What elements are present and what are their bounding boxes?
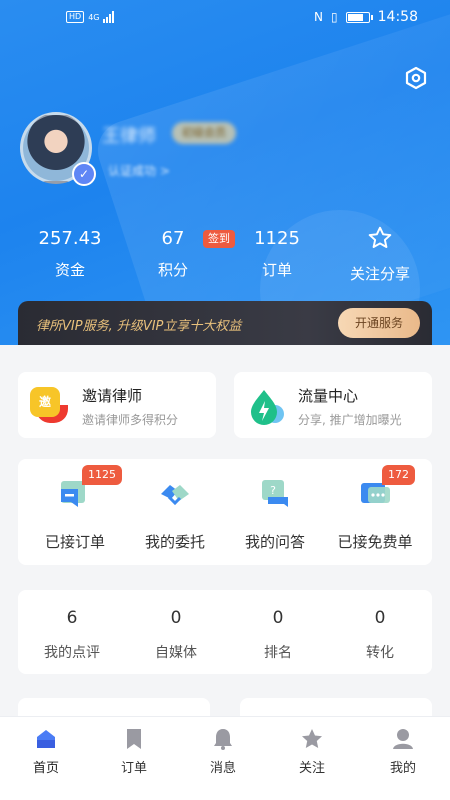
profile-header: HD 4G N ▯ 14:58 ✓ 王律师 初级会员 认证成功 > 257.43… — [0, 0, 450, 345]
home-icon — [34, 727, 58, 751]
handshake-icon — [158, 477, 192, 511]
tab-label: 订单 — [120, 761, 147, 776]
free-order-chat-icon: 172 — [358, 465, 415, 511]
status-bar: HD 4G N ▯ 14:58 — [0, 0, 450, 36]
tab-mine[interactable]: 我的 — [363, 727, 443, 776]
metric-reviews[interactable]: 6 我的点评 — [22, 608, 122, 662]
metric-value: 0 — [170, 608, 182, 628]
svg-text:?: ? — [270, 484, 276, 497]
vip-banner[interactable]: 律所VIP服务, 升级VIP立享十大权益 开通服务 — [18, 301, 432, 345]
stat-value: 1125 — [254, 228, 300, 249]
free-orders-item[interactable]: 172 已接免费单 — [325, 465, 425, 552]
star-outline-icon — [330, 225, 430, 257]
metric-self-media[interactable]: 0 自媒体 — [126, 608, 226, 662]
settings-icon[interactable] — [404, 66, 428, 90]
stat-orders[interactable]: 1125 订单 — [227, 225, 327, 280]
tab-orders[interactable]: 订单 — [94, 727, 174, 776]
stat-label: 积分 — [157, 261, 188, 279]
my-entrustment-item[interactable]: 我的委托 — [125, 477, 225, 552]
free-orders-count-badge: 172 — [382, 465, 415, 485]
invite-lawyer-card[interactable]: 邀 邀请律师 邀请律师多得积分 — [18, 372, 216, 438]
star-icon — [300, 727, 324, 751]
stat-funds[interactable]: 257.43 资金 — [20, 225, 120, 280]
stat-value: 257.43 — [38, 228, 102, 249]
tab-label: 关注 — [298, 761, 325, 776]
user-icon — [391, 727, 415, 751]
tab-follow[interactable]: 关注 — [272, 727, 352, 776]
hd-indicator: HD — [66, 11, 85, 23]
clock: 14:58 — [377, 9, 418, 25]
open-service-button[interactable]: 开通服务 — [338, 308, 420, 338]
metric-value: 0 — [374, 608, 386, 628]
traffic-center-card[interactable]: 流量中心 分享, 推广增加曝光 — [234, 372, 432, 438]
promo-title: 流量中心 — [298, 387, 359, 405]
bell-icon — [211, 727, 235, 751]
orders-count-badge: 1125 — [82, 465, 122, 485]
sign-in-badge[interactable]: 签到 — [203, 230, 235, 248]
order-chat-icon: 1125 — [58, 465, 122, 511]
status-left: HD 4G — [66, 11, 115, 23]
network-label: 4G — [88, 12, 100, 22]
stat-follow-share[interactable]: 关注分享 — [330, 225, 430, 284]
member-level-badge: 初级会员 — [172, 122, 236, 144]
water-drop-bolt-icon — [244, 385, 288, 429]
quick-actions-card: 1125 已接订单 我的委托 ? 我的问答 172 已接免费单 — [18, 459, 432, 565]
bottom-tab-bar: 首页 订单 消息 关注 我的 — [0, 716, 450, 800]
promo-title: 邀请律师 — [82, 387, 143, 405]
signal-icon — [103, 11, 115, 23]
received-orders-item[interactable]: 1125 已接订单 — [25, 465, 125, 552]
nfc-icon: N — [314, 10, 324, 24]
metric-value: 0 — [272, 608, 284, 628]
quick-label: 已接免费单 — [337, 533, 413, 551]
tab-label: 消息 — [209, 761, 236, 776]
metric-label: 转化 — [366, 645, 394, 661]
stat-label: 订单 — [261, 261, 292, 279]
metric-conversion[interactable]: 0 转化 — [330, 608, 430, 662]
battery-icon — [345, 11, 373, 23]
quick-label: 已接订单 — [44, 533, 105, 551]
promo-subtitle: 邀请律师多得积分 — [82, 413, 179, 427]
metrics-card: 6 我的点评 0 自媒体 0 排名 0 转化 — [18, 590, 432, 674]
stat-label: 资金 — [54, 261, 85, 279]
metric-ranking[interactable]: 0 排名 — [228, 608, 328, 662]
metric-label: 排名 — [264, 645, 292, 661]
status-right: N ▯ 14:58 — [314, 9, 418, 25]
tab-messages[interactable]: 消息 — [183, 727, 263, 776]
tab-home[interactable]: 首页 — [6, 727, 86, 776]
user-name: 王律师 — [102, 126, 156, 147]
stat-label: 关注分享 — [349, 265, 410, 283]
metric-label: 我的点评 — [44, 645, 100, 661]
invite-icon: 邀 — [30, 387, 70, 425]
promo-subtitle: 分享, 推广增加曝光 — [298, 413, 402, 427]
quick-label: 我的问答 — [244, 533, 305, 551]
metric-label: 自媒体 — [155, 645, 197, 661]
tab-label: 我的 — [389, 761, 416, 776]
profile-summary[interactable]: ✓ 王律师 初级会员 认证成功 > — [20, 112, 320, 192]
question-chat-icon: ? — [258, 477, 292, 511]
tab-label: 首页 — [32, 761, 59, 776]
vibrate-icon: ▯ — [331, 10, 338, 24]
quick-label: 我的委托 — [144, 533, 205, 551]
verified-check-icon: ✓ — [72, 162, 96, 186]
my-qa-item[interactable]: ? 我的问答 — [225, 477, 325, 552]
verify-status-link[interactable]: 认证成功 > — [108, 162, 170, 179]
bookmark-icon — [122, 727, 146, 751]
metric-value: 6 — [66, 608, 78, 628]
vip-promo-text: 律所VIP服务, 升级VIP立享十大权益 — [36, 319, 242, 334]
